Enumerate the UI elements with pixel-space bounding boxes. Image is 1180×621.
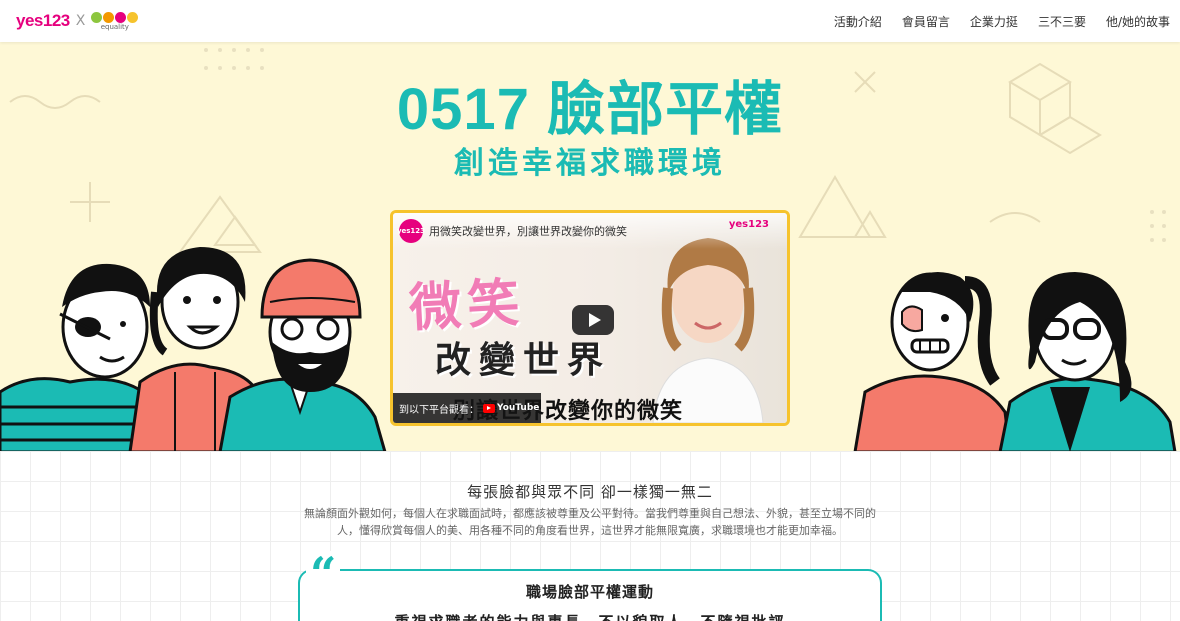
- play-button[interactable]: [572, 305, 614, 335]
- play-icon: [588, 313, 601, 327]
- nav-item-stories[interactable]: 他/她的故事: [1106, 13, 1170, 30]
- intro-section: 每張臉都與眾不同 卻一樣獨一無二 無論顏面外觀如何，每個人在求職面試時，都應該被…: [0, 451, 1180, 621]
- youtube-video-embed[interactable]: yes123 用微笑改變世界，別讓世界改變你的微笑 yes123 微笑 改變世界…: [390, 210, 790, 426]
- youtube-play-icon: [483, 403, 495, 413]
- campaign-statement: 重視求職者的能力與專長，不以貌取人、不隨視批評: [0, 611, 1180, 621]
- watch-on-youtube-bar[interactable]: 到以下平台觀看： YouTube: [393, 393, 541, 423]
- left-people-illustration: [0, 247, 387, 451]
- channel-avatar[interactable]: yes123: [397, 219, 425, 243]
- main-nav: 活動介紹 會員留言 企業力挺 三不三要 他/她的故事: [834, 13, 1170, 30]
- youtube-logo[interactable]: YouTube: [483, 403, 539, 413]
- youtube-label: YouTube: [497, 403, 540, 413]
- campaign-title: 職場臉部平權運動: [0, 581, 1180, 602]
- logo-separator: X: [75, 13, 86, 29]
- yes123-logo[interactable]: yes123: [16, 11, 70, 31]
- section-description: 無論顏面外觀如何，每個人在求職面試時，都應該被尊重及公平對待。當我們尊重與自己想…: [304, 507, 876, 537]
- equality-face-icons: [91, 11, 139, 23]
- nav-item-intro[interactable]: 活動介紹: [834, 13, 882, 30]
- nav-item-rules[interactable]: 三不三要: [1038, 13, 1086, 30]
- nav-item-support[interactable]: 企業力挺: [970, 13, 1018, 30]
- hero-subtitle: 創造幸福求職環境: [454, 146, 726, 181]
- right-people-illustration: [853, 272, 1177, 451]
- site-header: yes123 X equality 活動介紹 會員留言 企業力挺 三不三要 他/…: [0, 0, 1180, 42]
- video-caption-large: 微笑: [407, 272, 527, 339]
- equality-logo[interactable]: equality: [91, 11, 139, 31]
- nav-item-messages[interactable]: 會員留言: [902, 13, 950, 30]
- hero-title: 0517 臉部平權: [396, 77, 784, 142]
- video-caption-medium: 改變世界: [435, 340, 612, 381]
- brand-logo[interactable]: yes123 X equality: [16, 11, 139, 31]
- video-brand-logo: yes123: [728, 219, 769, 230]
- section-title: 每張臉都與眾不同 卻一樣獨一無二: [467, 483, 713, 501]
- equality-logo-text: equality: [100, 22, 129, 31]
- video-title[interactable]: 用微笑改變世界，別讓世界改變你的微笑: [429, 223, 627, 239]
- hero-banner: 0517 臉部平權 創造幸福求職環境 yes123 用微笑改變世界，別讓世界改變…: [0, 42, 1180, 451]
- watch-on-label: 到以下平台觀看：: [399, 404, 479, 416]
